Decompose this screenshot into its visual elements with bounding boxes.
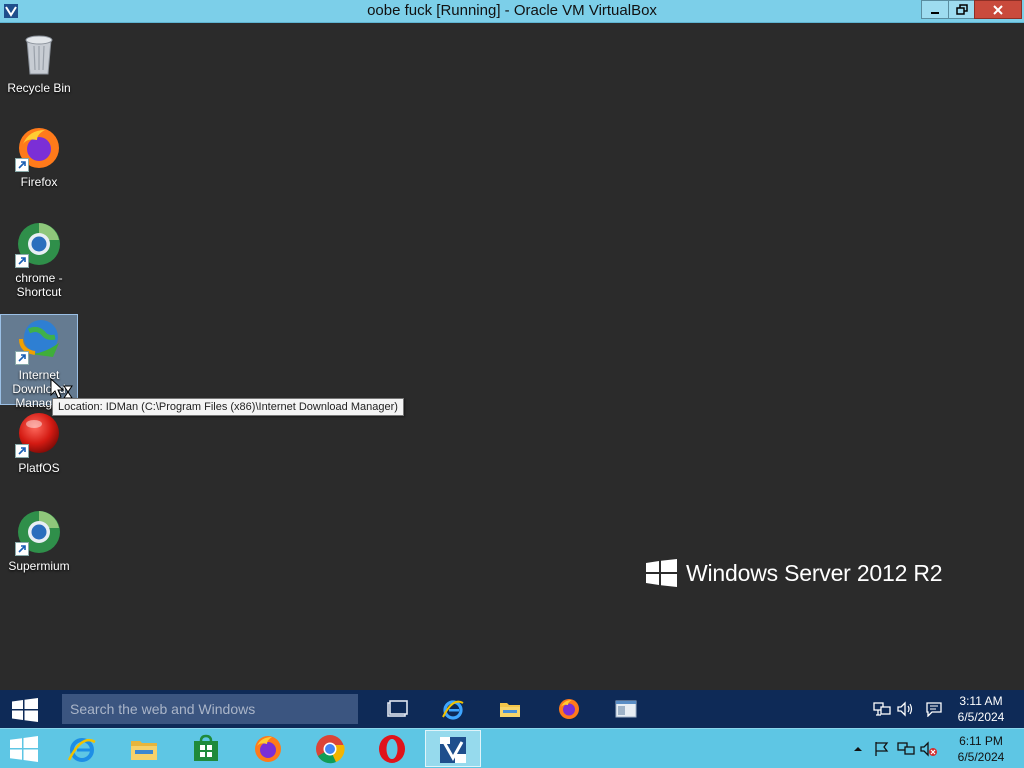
- recycle-bin-icon: [15, 30, 63, 78]
- internet-explorer-taskbar-button[interactable]: [433, 694, 473, 724]
- guest-clock[interactable]: 3:11 AM 6/5/2024: [950, 693, 1012, 725]
- host-virtualbox-button[interactable]: [425, 730, 481, 767]
- desktop-icon-chrome-shortcut[interactable]: chrome - Shortcut: [0, 220, 78, 299]
- chrome-icon: [316, 735, 345, 764]
- host-firefox-button[interactable]: [240, 730, 296, 767]
- network-icon[interactable]: [897, 741, 915, 757]
- clock-date: 6/5/2024: [957, 710, 1005, 724]
- windows-server-branding: Windows Server 2012 R2: [646, 558, 943, 588]
- task-view-icon: [387, 700, 408, 717]
- shortcut-arrow-icon: [15, 542, 29, 556]
- guest-desktop[interactable]: Recycle Bin Firefox chrome - Shortcut In…: [0, 24, 1024, 690]
- search-input[interactable]: Search the web and Windows: [62, 694, 358, 724]
- host-start-button[interactable]: [0, 729, 48, 768]
- host-taskbar: 6:11 PM 6/5/2024: [0, 728, 1024, 768]
- clock-date: 6/5/2024: [957, 750, 1005, 764]
- host-file-explorer-button[interactable]: [116, 730, 172, 767]
- action-center-icon[interactable]: [925, 701, 943, 717]
- clock-time: 3:11 AM: [959, 694, 1003, 708]
- virtualbox-icon: [440, 737, 466, 763]
- host-opera-button[interactable]: [364, 730, 420, 767]
- opera-icon: [379, 735, 405, 763]
- file-explorer-icon: [500, 703, 520, 717]
- shortcut-arrow-icon: [15, 254, 29, 268]
- firefox-icon: [15, 124, 63, 172]
- show-hidden-icons-chevron-icon[interactable]: [849, 741, 867, 757]
- host-clock[interactable]: 6:11 PM 6/5/2024: [948, 733, 1014, 765]
- shortcut-arrow-icon: [15, 158, 29, 172]
- window-title: oobe fuck [Running] - Oracle VM VirtualB…: [367, 2, 657, 19]
- idm-icon: [15, 317, 63, 365]
- firefox-icon: [255, 736, 281, 762]
- vbox-titlebar: oobe fuck [Running] - Oracle VM VirtualB…: [0, 0, 1024, 23]
- flag-icon[interactable]: [873, 741, 891, 757]
- desktop-icon-label: chrome - Shortcut: [15, 271, 63, 299]
- desktop-icon-label: Supermium: [8, 559, 70, 573]
- store-icon: [194, 734, 218, 761]
- app-window-icon: [615, 700, 637, 718]
- windows-logo-icon: [646, 559, 677, 587]
- close-button[interactable]: [974, 0, 1022, 19]
- desktop-icon-label: Recycle Bin: [7, 81, 71, 95]
- clock-time: 6:11 PM: [959, 734, 1003, 748]
- firefox-icon: [559, 699, 579, 719]
- restore-icon: [955, 4, 968, 15]
- app-window-taskbar-button[interactable]: [606, 694, 646, 724]
- guest-start-button[interactable]: [0, 690, 50, 728]
- host-internet-explorer-button[interactable]: [54, 730, 110, 767]
- close-icon: [993, 5, 1003, 15]
- internet-explorer-icon: [67, 738, 96, 762]
- desktop-icon-recycle-bin[interactable]: Recycle Bin: [0, 30, 78, 95]
- windows-logo-icon: [10, 736, 38, 762]
- location-tooltip: Location: IDMan (C:\Program Files (x86)\…: [52, 398, 404, 416]
- volume-muted-icon[interactable]: [920, 741, 938, 757]
- desktop-icon-platfos[interactable]: PlatfOS: [0, 410, 78, 475]
- brand-text: Windows Server 2012 R2: [686, 559, 943, 586]
- desktop-icon-label: PlatfOS: [18, 461, 60, 475]
- host-chrome-button[interactable]: [302, 730, 358, 767]
- minimize-icon: [931, 12, 939, 14]
- file-explorer-icon: [131, 741, 157, 760]
- host-store-button[interactable]: [178, 730, 234, 767]
- desktop-icon-supermium[interactable]: Supermium: [0, 508, 78, 573]
- volume-icon[interactable]: [896, 701, 914, 717]
- network-icon[interactable]: [873, 701, 891, 717]
- desktop-icon-firefox[interactable]: Firefox: [0, 124, 78, 189]
- firefox-taskbar-button[interactable]: [549, 694, 589, 724]
- guest-taskbar: Search the web and Windows 3:11 AM 6/5/2…: [0, 690, 1024, 728]
- minimize-button[interactable]: [921, 0, 949, 19]
- red-orb-icon: [15, 410, 63, 458]
- desktop-icon-label: Firefox: [20, 175, 58, 189]
- task-view-button[interactable]: [377, 694, 417, 724]
- restore-button[interactable]: [948, 0, 975, 19]
- internet-explorer-icon: [442, 700, 464, 720]
- windows-logo-icon: [12, 698, 38, 722]
- supermium-icon: [15, 508, 63, 556]
- file-explorer-taskbar-button[interactable]: [490, 694, 530, 724]
- chromium-icon: [15, 220, 63, 268]
- shortcut-arrow-icon: [15, 351, 29, 365]
- shortcut-arrow-icon: [15, 444, 29, 458]
